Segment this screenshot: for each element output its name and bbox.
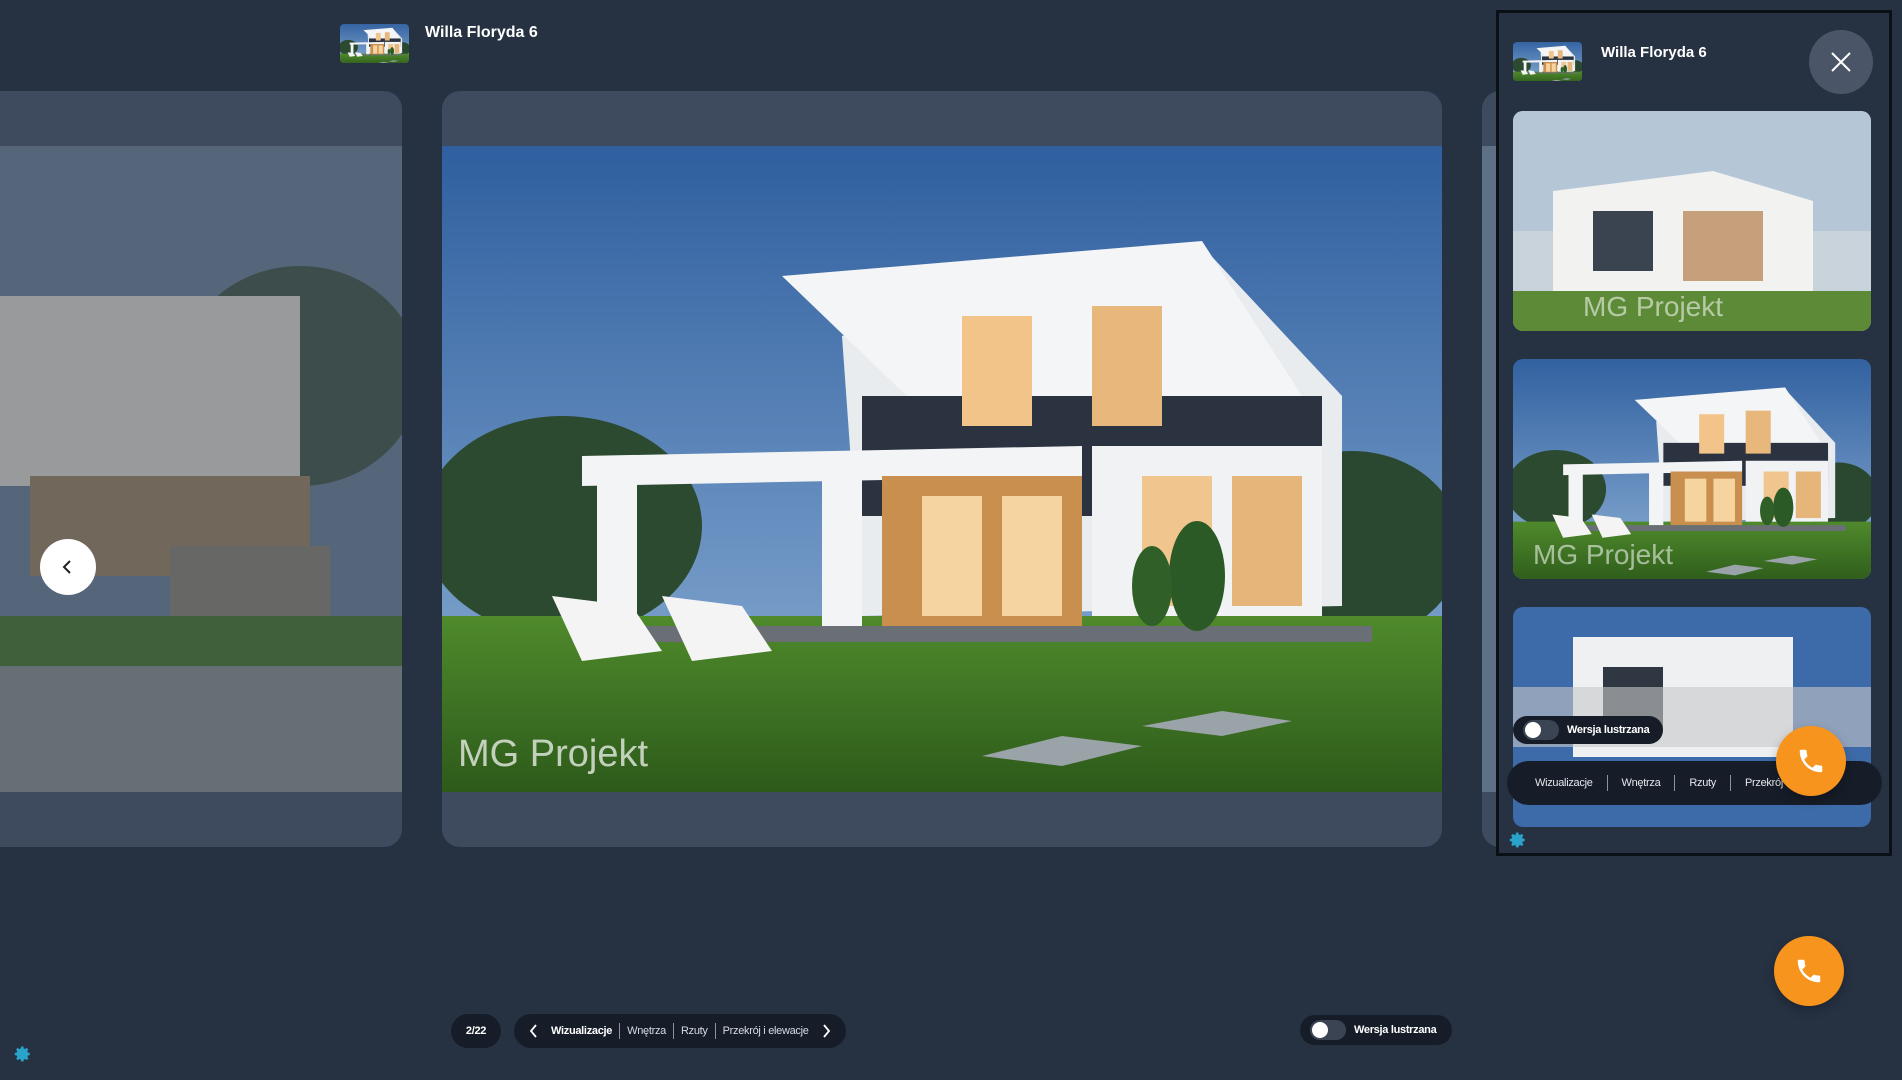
chevron-left-icon [62, 560, 71, 574]
slide-current-photo: MG Projekt [442, 146, 1442, 792]
slide-counter: 2/22 [451, 1014, 501, 1048]
category-bar: Wizualizacje Wnętrza Rzuty Przekrój i el… [514, 1014, 846, 1048]
prev-slide-button[interactable] [40, 539, 96, 595]
panel-mirror-version: Wersja lustrzana [1513, 716, 1663, 744]
category-rzuty[interactable]: Rzuty [674, 1025, 715, 1037]
category-prev-button[interactable] [524, 1021, 544, 1041]
category-wnetrza[interactable]: Wnętrza [620, 1025, 673, 1037]
category-przekroj[interactable]: Przekrój i elewacje [716, 1025, 816, 1037]
chevron-left-icon [529, 1024, 537, 1038]
panel-call-button[interactable] [1776, 726, 1846, 796]
gear-icon[interactable] [1509, 831, 1527, 849]
mirror-toggle[interactable] [1310, 1020, 1346, 1040]
mirror-version: Wersja lustrzana [1300, 1015, 1452, 1045]
phone-icon [1799, 749, 1823, 773]
category-next-button[interactable] [816, 1021, 836, 1041]
panel-category-rzuty[interactable]: Rzuty [1675, 777, 1730, 789]
chevron-right-icon [822, 1024, 830, 1038]
page-title: Willa Floryda 6 [425, 24, 538, 41]
panel-thumbnail [1513, 42, 1582, 81]
slide-current[interactable]: MG Projekt [442, 91, 1442, 847]
mirror-label: Wersja lustrzana [1354, 1024, 1437, 1036]
panel-mirror-label: Wersja lustrzana [1567, 724, 1650, 736]
panel-category-wnetrza[interactable]: Wnętrza [1608, 777, 1675, 789]
panel-title: Willa Floryda 6 [1601, 44, 1707, 61]
gear-icon[interactable] [14, 1045, 32, 1063]
phone-icon [1797, 959, 1821, 983]
panel-image-1[interactable]: MG Projekt [1513, 111, 1871, 331]
watermark: MG Projekt [458, 733, 648, 775]
watermark: MG Projekt [1533, 539, 1673, 570]
call-button[interactable] [1774, 936, 1844, 1006]
header-thumbnail [340, 24, 409, 63]
panel-mirror-toggle[interactable] [1523, 720, 1559, 740]
panel-category-wizualizacje[interactable]: Wizualizacje [1521, 777, 1607, 789]
category-wizualizacje[interactable]: Wizualizacje [544, 1025, 619, 1037]
slide-previous[interactable] [0, 91, 402, 847]
watermark: MG Projekt [1583, 291, 1723, 322]
side-panel: Willa Floryda 6 MG Projekt MG Projekt We… [1496, 10, 1892, 856]
close-icon [1831, 52, 1851, 72]
panel-image-2[interactable]: MG Projekt [1513, 359, 1871, 579]
close-button[interactable] [1809, 30, 1873, 94]
slide-previous-photo [0, 146, 402, 792]
